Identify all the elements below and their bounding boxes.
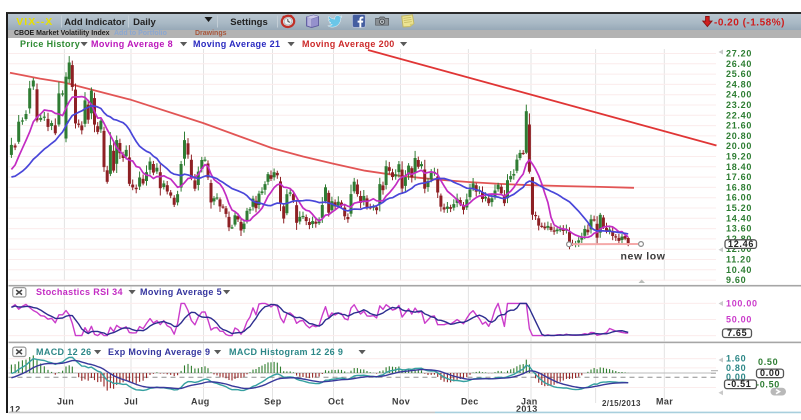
svg-text:Sep: Sep	[264, 397, 282, 407]
svg-text:Mar: Mar	[656, 397, 673, 407]
svg-text:Price History: Price History	[20, 39, 80, 49]
svg-text:27.20: 27.20	[726, 49, 752, 59]
svg-text:Aug: Aug	[191, 397, 210, 407]
svg-text:Exp Moving Average 9: Exp Moving Average 9	[108, 347, 210, 357]
svg-text:17.60: 17.60	[726, 172, 752, 182]
svg-text:19.20: 19.20	[726, 152, 752, 162]
svg-text:18.40: 18.40	[726, 162, 752, 172]
svg-text:0.50: 0.50	[758, 357, 778, 367]
svg-text:25.60: 25.60	[726, 69, 752, 79]
svg-text:Stochastics RSI 34: Stochastics RSI 34	[36, 287, 123, 297]
svg-text:2/15/2013: 2/15/2013	[602, 399, 641, 408]
svg-text:Moving Average 200: Moving Average 200	[302, 39, 395, 49]
svg-text:-0.20 (-1.58%): -0.20 (-1.58%)	[714, 18, 785, 29]
svg-text:MACD 12 26: MACD 12 26	[36, 347, 92, 357]
svg-text:24.00: 24.00	[726, 90, 752, 100]
svg-text:Moving Average 5: Moving Average 5	[140, 287, 222, 297]
svg-text:-0.51: -0.51	[728, 379, 752, 389]
svg-text:MACD Histogram 12 26 9: MACD Histogram 12 26 9	[229, 347, 343, 357]
svg-text:13.60: 13.60	[726, 224, 752, 234]
svg-text:9.60: 9.60	[726, 275, 746, 285]
svg-text:50.00: 50.00	[726, 315, 752, 325]
svg-text:22.40: 22.40	[726, 110, 752, 120]
svg-text:new low: new low	[621, 251, 666, 263]
svg-text:12.46: 12.46	[728, 239, 754, 249]
svg-text:14.40: 14.40	[726, 213, 752, 223]
svg-text:15.20: 15.20	[726, 203, 752, 213]
svg-text:Oct: Oct	[328, 397, 344, 407]
svg-text:0.00: 0.00	[760, 368, 780, 378]
svg-text:10.40: 10.40	[726, 265, 752, 275]
svg-text:7.65: 7.65	[727, 328, 747, 338]
svg-text:Moving Average 21: Moving Average 21	[193, 39, 280, 49]
svg-text:24.80: 24.80	[726, 79, 752, 89]
svg-text:20.80: 20.80	[726, 131, 752, 141]
svg-text:Moving Average 8: Moving Average 8	[91, 39, 173, 49]
svg-text:Jul: Jul	[124, 397, 138, 407]
svg-text:Jun: Jun	[57, 397, 74, 407]
svg-text:26.40: 26.40	[726, 59, 752, 69]
svg-text:21.60: 21.60	[726, 121, 752, 131]
svg-text:100.00: 100.00	[726, 299, 758, 309]
svg-text:23.20: 23.20	[726, 100, 752, 110]
svg-text:Dec: Dec	[461, 397, 479, 407]
svg-text:Nov: Nov	[392, 397, 410, 407]
svg-text:16.80: 16.80	[726, 182, 752, 192]
svg-text:20.00: 20.00	[726, 141, 752, 151]
svg-text:16.00: 16.00	[726, 193, 752, 203]
svg-text:11.20: 11.20	[726, 255, 752, 265]
